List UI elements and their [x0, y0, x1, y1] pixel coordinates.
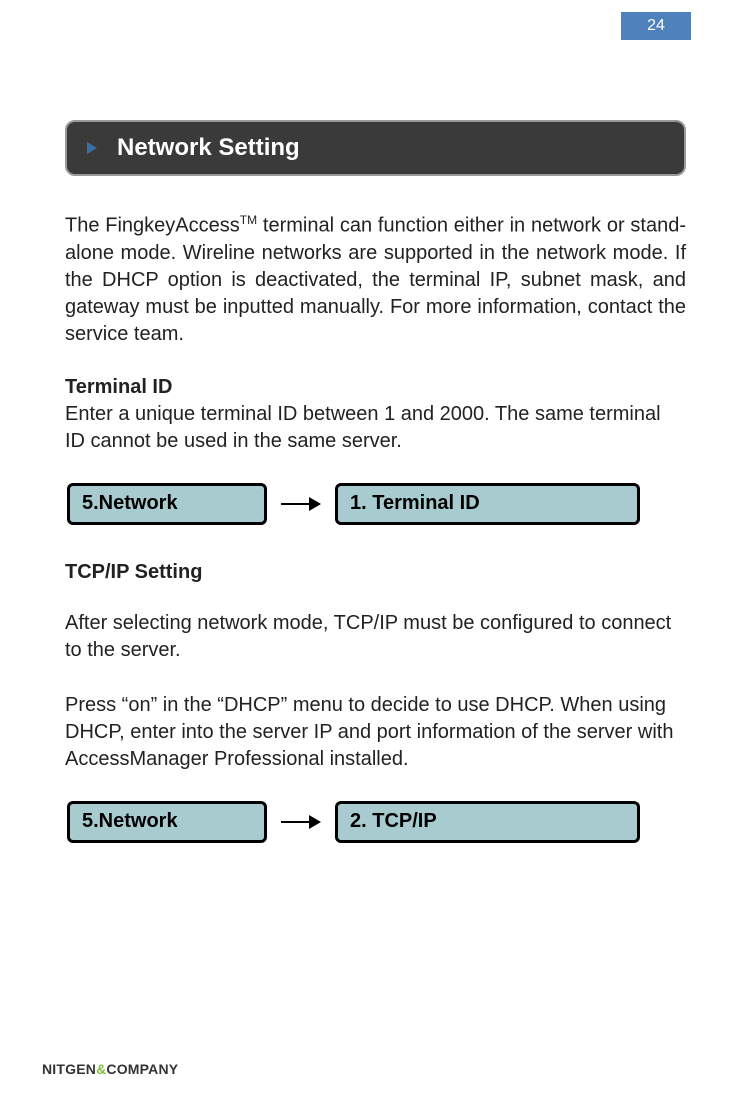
diagram-box-tcpip: 2. TCP/IP: [335, 801, 640, 843]
diagram-tcpip: 5.Network 2. TCP/IP: [67, 801, 686, 843]
tcpip-text-2: Press “on” in the “DHCP” menu to decide …: [65, 692, 686, 773]
page-content: Network Setting The FingkeyAccessTM term…: [0, 0, 756, 843]
arrow-right-icon: [281, 815, 321, 829]
diagram-box-network: 5.Network: [67, 801, 267, 843]
arrow-right-icon: [281, 497, 321, 511]
terminal-id-heading: Terminal ID: [65, 376, 686, 399]
footer-brand: NITGEN&COMPANY: [42, 1061, 178, 1077]
tcpip-text-1: After selecting network mode, TCP/IP mus…: [65, 610, 686, 664]
section-header: Network Setting: [65, 120, 686, 176]
tcpip-heading: TCP/IP Setting: [65, 561, 686, 584]
intro-paragraph: The FingkeyAccessTM terminal can functio…: [65, 212, 686, 348]
arrow-right-icon: [87, 142, 97, 154]
section-header-bar: Network Setting: [65, 120, 686, 176]
page-number: 24: [621, 12, 691, 40]
diagram-terminal-id: 5.Network 1. Terminal ID: [67, 483, 686, 525]
diagram-box-terminal-id: 1. Terminal ID: [335, 483, 640, 525]
diagram-box-network: 5.Network: [67, 483, 267, 525]
tm-superscript: TM: [240, 213, 257, 227]
footer-brand-part-b: COMPANY: [106, 1061, 178, 1077]
terminal-id-text: Enter a unique terminal ID between 1 and…: [65, 401, 686, 455]
section-title: Network Setting: [117, 134, 300, 162]
intro-text-before: The FingkeyAccess: [65, 215, 240, 237]
footer-brand-part-a: NITGEN: [42, 1061, 96, 1077]
footer-brand-ampersand: &: [96, 1061, 106, 1077]
